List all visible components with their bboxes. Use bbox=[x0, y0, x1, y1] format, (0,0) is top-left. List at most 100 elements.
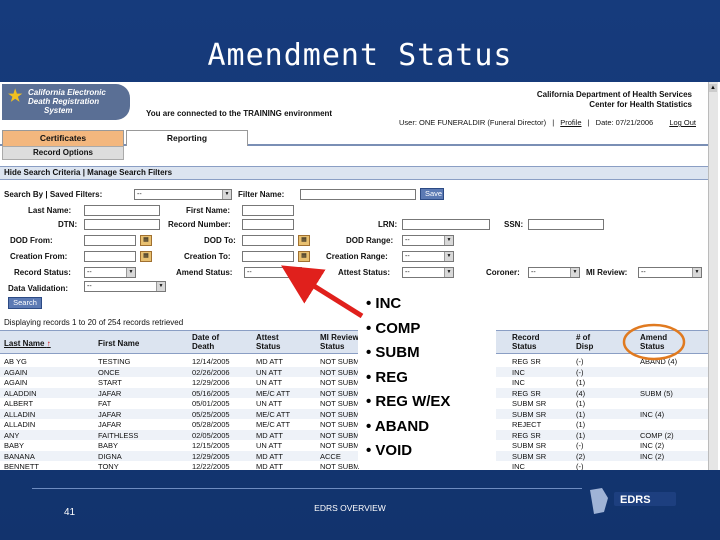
creation-to-input[interactable] bbox=[242, 251, 294, 262]
column-date-of-death[interactable]: Date of Death bbox=[192, 333, 238, 351]
filter-name-input[interactable] bbox=[300, 189, 416, 200]
column-attest-status[interactable]: Attest Status bbox=[256, 333, 296, 351]
table-cell: NOT SUBM bbox=[320, 388, 360, 398]
creation-from-input[interactable] bbox=[84, 251, 136, 262]
profile-link[interactable]: Profile bbox=[560, 118, 581, 127]
table-cell: (-) bbox=[576, 357, 584, 366]
lrn-label: LRN: bbox=[378, 220, 398, 229]
table-row[interactable]: AGAIN ONCE 02/26/2006 UN ATT NOT SUBM INC (-) bbox=[0, 366, 708, 377]
calendar-icon[interactable]: ▦ bbox=[298, 235, 310, 246]
coroner-select[interactable]: -- ▼ bbox=[528, 267, 580, 278]
lrn-input[interactable] bbox=[402, 219, 490, 230]
slide-background: Amendment Status ★ California Electronic… bbox=[0, 0, 720, 540]
dod-from-input[interactable] bbox=[84, 235, 136, 246]
record-status-select[interactable]: -- ▼ bbox=[84, 267, 136, 278]
table-cell: INC bbox=[512, 367, 525, 377]
creation-range-select[interactable]: -- ▼ bbox=[402, 251, 454, 262]
record-options-tab[interactable]: Record Options bbox=[2, 146, 124, 160]
scroll-up-icon[interactable]: ▲ bbox=[709, 84, 717, 92]
table-cell[interactable]: BABY bbox=[4, 441, 24, 450]
dod-to-input[interactable] bbox=[242, 235, 294, 246]
table-cell: MD ATT bbox=[256, 357, 283, 366]
record-number-input[interactable] bbox=[242, 219, 294, 230]
calendar-icon[interactable]: ▦ bbox=[140, 251, 152, 262]
separator: | bbox=[587, 118, 590, 127]
calendar-icon[interactable]: ▦ bbox=[298, 251, 310, 262]
amend-status-select[interactable]: -- ▼ bbox=[244, 267, 302, 278]
table-cell[interactable]: BENNETT bbox=[4, 462, 39, 470]
dtn-input[interactable] bbox=[84, 219, 160, 230]
table-cell: 12/29/2006 bbox=[192, 378, 230, 387]
column-mi-review-status[interactable]: MI Review Status bbox=[320, 333, 360, 351]
table-cell: SUBM SR bbox=[512, 451, 547, 461]
table-cell[interactable]: AGAIN bbox=[4, 368, 27, 377]
table-row[interactable]: ALADDIN JAFAR 05/16/2005 ME/C ATT NOT SUBM RE… bbox=[0, 387, 708, 398]
ssn-input[interactable] bbox=[528, 219, 604, 230]
table-cell: INC bbox=[512, 462, 525, 470]
chevron-down-icon: ▼ bbox=[444, 252, 453, 261]
chevron-down-icon: ▼ bbox=[444, 268, 453, 277]
saved-filters-select[interactable]: -- ▼ bbox=[134, 189, 232, 200]
table-cell: (-) bbox=[576, 462, 584, 470]
table-cell: REG SR bbox=[512, 388, 541, 398]
table-row[interactable]: ALLADIN JAFAR 05/28/2005 ME/C ATT NOT SUBM RE… bbox=[0, 419, 708, 430]
table-cell: 12/22/2005 bbox=[192, 462, 230, 470]
table-cell[interactable]: ANY bbox=[4, 431, 19, 440]
table-cell: UN ATT bbox=[256, 367, 283, 377]
calendar-icon[interactable]: ▦ bbox=[140, 235, 152, 246]
column-first-name[interactable]: First Name bbox=[98, 339, 139, 348]
table-row[interactable]: ANY FAITHLESS 02/05/2005 MD ATT NOT SUBM REG … bbox=[0, 429, 708, 440]
search-criteria-bar[interactable]: Hide Search Criteria | Manage Search Fil… bbox=[0, 166, 708, 180]
column-record-status[interactable]: Record Status bbox=[512, 333, 552, 351]
results-summary: Displaying records 1 to 20 of 254 record… bbox=[4, 318, 184, 327]
column-last-name[interactable]: Last Name ↑ bbox=[4, 339, 51, 348]
table-cell: MD ATT bbox=[256, 430, 283, 440]
last-name-input[interactable] bbox=[84, 205, 160, 216]
table-cell: 12/14/2005 bbox=[192, 357, 230, 366]
search-by-label: Search By | Saved Filters: bbox=[4, 190, 103, 199]
mi-review-select[interactable]: -- ▼ bbox=[638, 267, 702, 278]
callout-item: COMP bbox=[358, 317, 496, 342]
table-row[interactable]: BENNETT TONY 12/22/2005 MD ATT NOT SUBM INC (-… bbox=[0, 461, 708, 470]
table-cell: 02/26/2006 bbox=[192, 367, 230, 377]
first-name-input[interactable] bbox=[242, 205, 294, 216]
table-cell: FAITHLESS bbox=[98, 430, 139, 440]
column-num-disp[interactable]: # of Disp bbox=[576, 333, 606, 351]
table-cell: INC (4) bbox=[640, 409, 665, 419]
table-cell[interactable]: ALADDIN bbox=[4, 389, 37, 398]
table-cell[interactable]: ALBERT bbox=[4, 399, 33, 408]
search-button[interactable]: Search bbox=[8, 297, 42, 309]
logout-link[interactable]: Log Out bbox=[669, 118, 696, 127]
data-validation-select[interactable]: -- ▼ bbox=[84, 281, 166, 292]
table-row[interactable]: ALBERT FAT 05/01/2005 UN ATT NOT SUBM SUBM SR… bbox=[0, 398, 708, 409]
table-cell[interactable]: AGAIN bbox=[4, 378, 27, 387]
table-cell[interactable]: ALLADIN bbox=[4, 420, 35, 429]
app-header: ★ California Electronic Death Registrati… bbox=[0, 82, 720, 127]
table-row[interactable]: AB YG TESTING 12/14/2005 MD ATT NOT SUBM REG … bbox=[0, 356, 708, 367]
slide-title: Amendment Status bbox=[207, 38, 513, 73]
creation-range-value: -- bbox=[405, 253, 410, 260]
table-cell: TONY bbox=[98, 462, 119, 470]
vertical-scrollbar[interactable] bbox=[708, 82, 718, 470]
table-cell: INC (2) bbox=[640, 451, 665, 461]
tab-reporting[interactable]: Reporting bbox=[126, 130, 248, 146]
column-amend-status[interactable]: Amend Status bbox=[640, 333, 684, 351]
save-button[interactable]: Save bbox=[420, 188, 444, 200]
record-status-value: -- bbox=[87, 269, 92, 276]
column-last-name-label: Last Name bbox=[4, 339, 45, 348]
tab-certificates[interactable]: Certificates bbox=[2, 130, 124, 146]
dod-range-select[interactable]: -- ▼ bbox=[402, 235, 454, 246]
table-cell: MD ATT bbox=[256, 462, 283, 470]
table-cell: START bbox=[98, 378, 122, 387]
table-row[interactable]: BANANA DIGNA 12/29/2005 MD ATT ACCE SUBM SR (2… bbox=[0, 450, 708, 461]
table-cell[interactable]: BANANA bbox=[4, 452, 35, 461]
table-row[interactable]: ALLADIN JAFAR 05/25/2005 ME/C ATT NOT SUBM SU… bbox=[0, 408, 708, 419]
filter-name-label: Filter Name: bbox=[238, 190, 285, 199]
attest-status-select[interactable]: -- ▼ bbox=[402, 267, 454, 278]
table-cell: NOT SUBM bbox=[320, 420, 360, 429]
table-row[interactable]: BABY BABY 12/15/2005 UN ATT NOT SUBM SUBM SR (… bbox=[0, 440, 708, 451]
table-row[interactable]: AGAIN START 12/29/2006 UN ATT NOT SUBM INC (1) bbox=[0, 377, 708, 388]
table-cell: JAFAR bbox=[98, 420, 122, 429]
table-cell[interactable]: AB YG bbox=[4, 357, 27, 366]
table-cell[interactable]: ALLADIN bbox=[4, 410, 35, 419]
